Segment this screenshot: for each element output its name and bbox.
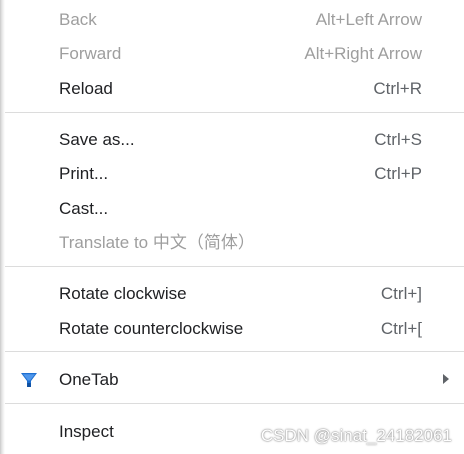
menu-item-forward-label: Forward bbox=[59, 44, 122, 63]
menu-item-rotate-counterclockwise[interactable]: Rotate counterclockwise Ctrl+[ bbox=[5, 313, 464, 345]
menu-item-print-shortcut: Ctrl+P bbox=[374, 164, 422, 183]
menu-item-rotate-counterclockwise-shortcut: Ctrl+[ bbox=[380, 319, 422, 338]
menu-item-inspect-label: Inspect bbox=[59, 422, 114, 441]
menu-item-save-as-shortcut: Ctrl+S bbox=[374, 130, 422, 149]
submenu-arrow-icon bbox=[443, 374, 449, 384]
menu-item-cast[interactable]: Cast... bbox=[5, 193, 464, 225]
csdn-watermark: CSDN @sinat_24182061 bbox=[260, 426, 452, 445]
menu-item-translate-label: Translate to 中文（简体） bbox=[59, 233, 255, 252]
menu-item-back[interactable]: Back Alt+Left Arrow bbox=[5, 4, 464, 36]
menu-item-print[interactable]: Print... Ctrl+P bbox=[5, 158, 464, 190]
menu-item-rotate-clockwise[interactable]: Rotate clockwise Ctrl+] bbox=[5, 278, 464, 310]
onetab-funnel-icon bbox=[20, 371, 38, 389]
menu-item-forward[interactable]: Forward Alt+Right Arrow bbox=[5, 38, 464, 70]
menu-item-rotate-clockwise-shortcut: Ctrl+] bbox=[380, 284, 422, 303]
menu-item-back-shortcut: Alt+Left Arrow bbox=[315, 10, 422, 29]
menu-item-print-label: Print... bbox=[59, 164, 109, 183]
menu-item-save-as[interactable]: Save as... Ctrl+S bbox=[5, 124, 464, 156]
menu-item-reload-label: Reload bbox=[59, 79, 113, 98]
menu-item-onetab-label: OneTab bbox=[59, 370, 119, 389]
context-menu: Back Alt+Left Arrow Forward Alt+Right Ar… bbox=[0, 0, 464, 454]
menu-item-back-label: Back bbox=[59, 10, 97, 29]
menu-item-save-as-label: Save as... bbox=[59, 130, 135, 149]
menu-item-forward-shortcut: Alt+Right Arrow bbox=[304, 44, 422, 63]
menu-item-reload-shortcut: Ctrl+R bbox=[373, 79, 422, 98]
menu-separator bbox=[5, 403, 464, 404]
menu-item-rotate-clockwise-label: Rotate clockwise bbox=[59, 284, 187, 303]
menu-item-onetab[interactable]: OneTab bbox=[5, 364, 464, 396]
menu-separator bbox=[5, 351, 464, 352]
menu-item-rotate-counterclockwise-label: Rotate counterclockwise bbox=[59, 319, 244, 338]
menu-separator bbox=[5, 112, 464, 113]
menu-separator bbox=[5, 266, 464, 267]
menu-item-translate[interactable]: Translate to 中文（简体） bbox=[5, 227, 464, 259]
menu-item-reload[interactable]: Reload Ctrl+R bbox=[5, 73, 464, 105]
menu-item-cast-label: Cast... bbox=[59, 199, 109, 218]
